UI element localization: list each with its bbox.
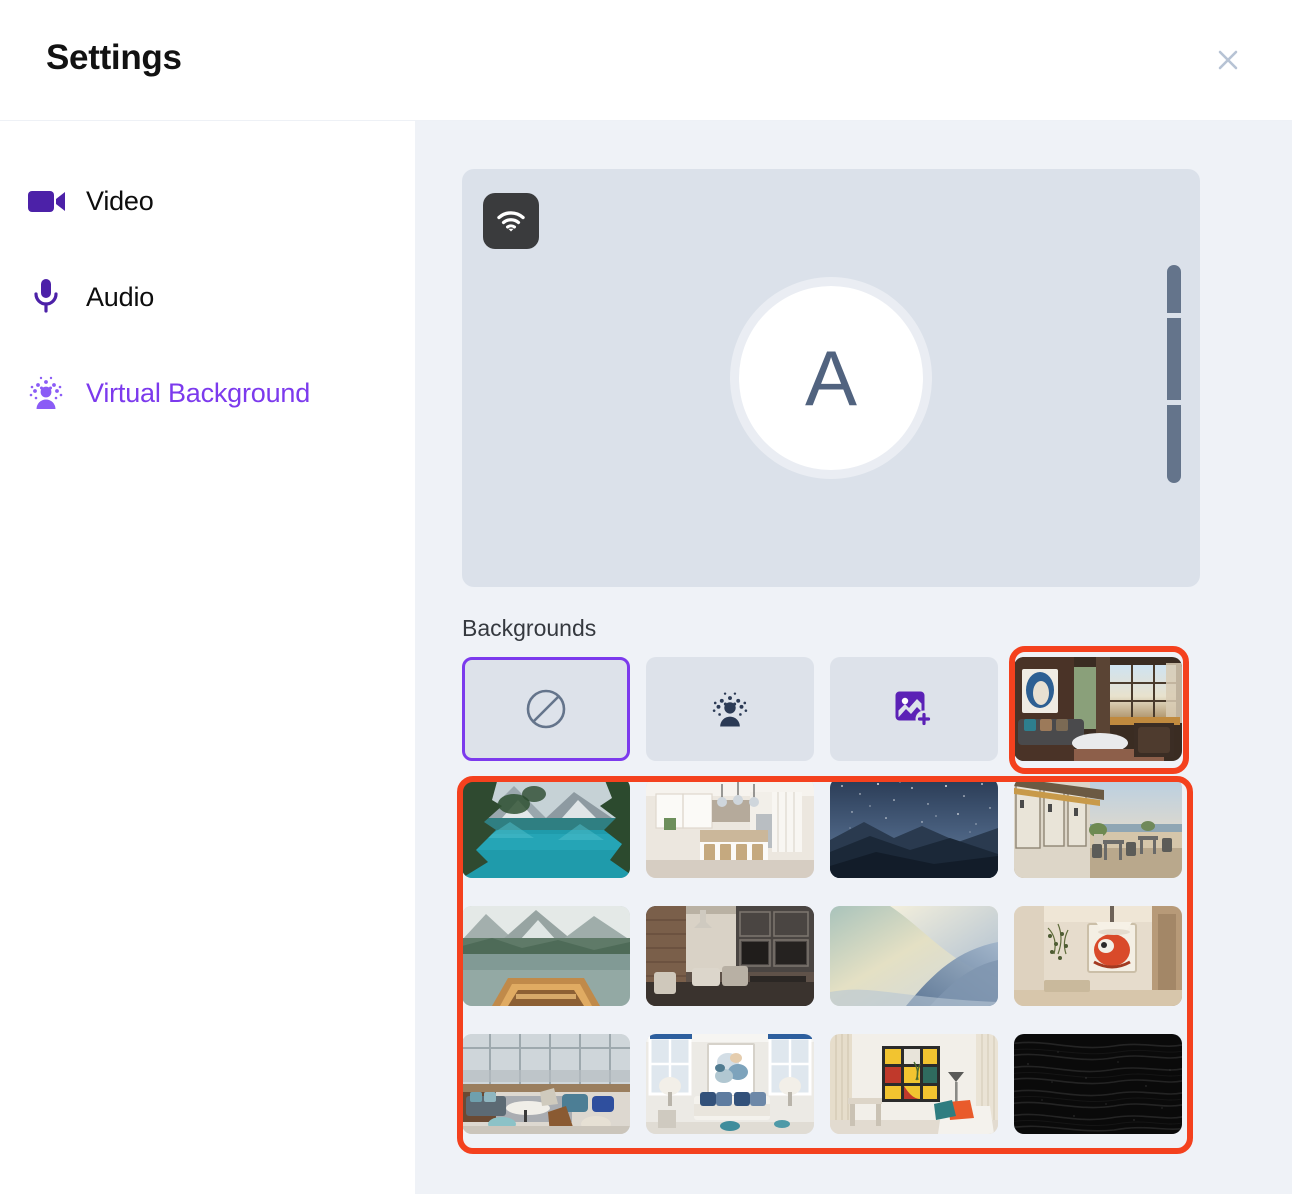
settings-sidebar: Video Audio xyxy=(0,121,415,1194)
close-button[interactable]: Close xyxy=(1212,44,1244,76)
thumbnail-art xyxy=(646,906,814,1006)
background-option-photo-living-room-art[interactable]: Living room with artwork xyxy=(1014,657,1182,761)
thumbnail-art xyxy=(830,778,998,878)
thumbnail-art xyxy=(462,1034,630,1134)
thumbnail-art xyxy=(462,778,630,878)
sidebar-item-label: Audio xyxy=(86,282,154,313)
thumbnail-art xyxy=(1014,657,1182,761)
backgrounds-section-label: Backgrounds xyxy=(462,615,596,642)
close-icon xyxy=(1217,49,1239,71)
background-thumb-industrial-loft[interactable]: Industrial loft interior xyxy=(646,906,814,1006)
thumbnail-art xyxy=(830,1034,998,1134)
background-thumb-alpine-lake-trees[interactable]: Alpine lake with pine trees xyxy=(462,778,630,878)
background-thumb-black-sand[interactable]: Black sand dunes xyxy=(1014,1034,1182,1134)
sidebar-item-label: Virtual Background xyxy=(86,378,310,409)
slider-segment xyxy=(1167,265,1181,313)
background-thumb-yellow-art-room[interactable]: Room with yellow grid artwork xyxy=(830,1034,998,1134)
add-image-icon xyxy=(893,689,935,729)
microphone-icon xyxy=(24,275,68,319)
background-options-row: None Blur xyxy=(462,657,1200,761)
slider-segment xyxy=(1167,405,1181,483)
background-thumb-lake-boat[interactable]: Mountain lake from a boat xyxy=(462,906,630,1006)
virtual-background-panel: A Backgrounds None Blur xyxy=(415,121,1292,1194)
background-thumb-beach-terrace[interactable]: Beachfront terrace restaurant xyxy=(1014,778,1182,878)
wifi-icon xyxy=(496,209,526,233)
blur-person-icon xyxy=(707,687,753,731)
background-gallery-grid: Alpine lake with pine trees xyxy=(462,778,1200,1142)
thumbnail-art xyxy=(646,1034,814,1134)
background-thumb-starry-mountains[interactable]: Starry night over mountains xyxy=(830,778,998,878)
background-thumb-white-kitchen[interactable]: White kitchen with island xyxy=(646,778,814,878)
sidebar-item-video[interactable]: Video xyxy=(24,176,384,226)
background-option-blur[interactable]: Blur xyxy=(646,657,814,761)
zoom-slider[interactable] xyxy=(1167,265,1181,483)
video-preview: A xyxy=(462,169,1200,587)
sidebar-item-audio[interactable]: Audio xyxy=(24,272,384,322)
video-camera-icon xyxy=(24,179,68,223)
virtual-background-person-icon xyxy=(24,371,68,415)
settings-dialog-header: Settings Close xyxy=(0,0,1292,121)
settings-dialog-body: Video Audio xyxy=(0,121,1292,1194)
background-thumb-abstract-wave[interactable]: Abstract pastel wave xyxy=(830,906,998,1006)
thumbnail-art xyxy=(1014,1034,1182,1134)
wifi-badge xyxy=(483,193,539,249)
thumbnail-art xyxy=(462,906,630,1006)
thumbnail-art xyxy=(1014,906,1182,1006)
background-option-none[interactable]: None xyxy=(462,657,630,761)
sidebar-item-virtual-background[interactable]: Virtual Background xyxy=(24,368,384,418)
slider-segment xyxy=(1167,318,1181,400)
avatar-initial: A xyxy=(805,339,857,417)
no-background-slash-circle-icon xyxy=(523,686,569,732)
background-thumb-warm-lounge-art[interactable]: Warm lounge with red artwork xyxy=(1014,906,1182,1006)
thumbnail-art xyxy=(1014,778,1182,878)
thumbnail-art xyxy=(646,778,814,878)
thumbnail-art xyxy=(830,906,998,1006)
avatar: A xyxy=(739,286,923,470)
background-thumb-blue-living-room[interactable]: Blue and white living room xyxy=(646,1034,814,1134)
background-option-add-image[interactable]: Add image xyxy=(830,657,998,761)
sidebar-item-label: Video xyxy=(86,186,154,217)
page-title: Settings xyxy=(46,38,182,78)
background-thumb-office-lounge[interactable]: Office lounge with city view xyxy=(462,1034,630,1134)
